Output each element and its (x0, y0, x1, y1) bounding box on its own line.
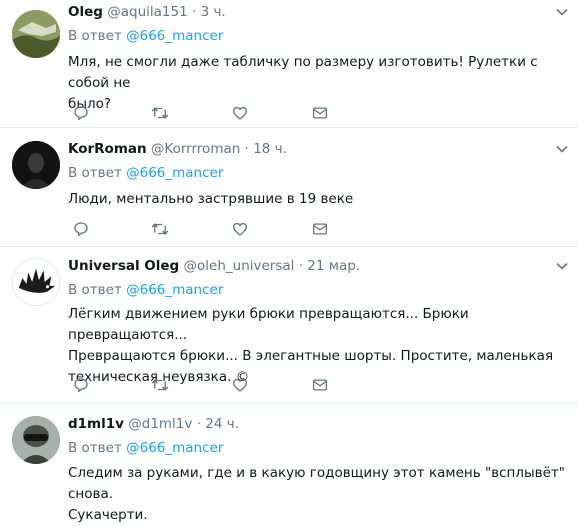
avatar[interactable] (12, 416, 60, 464)
reply-icon (74, 378, 88, 393)
display-name[interactable]: Oleg (68, 4, 103, 20)
mention-link[interactable]: @666_mancer (126, 28, 223, 44)
tweet-time[interactable]: 21 мар. (307, 258, 360, 274)
like-icon (232, 222, 248, 236)
avatar-image (12, 416, 60, 464)
reply-button[interactable] (72, 376, 92, 396)
retweet-button[interactable] (151, 104, 171, 124)
reply-icon (74, 106, 88, 121)
reply-prefix: В ответ (68, 282, 122, 298)
mention-link[interactable]: @666_mancer (126, 282, 223, 298)
reply-context: В ответ @666_mancer (68, 28, 223, 44)
tweet-text-line: Сукачерти. (68, 507, 148, 523)
chevron-down-icon[interactable] (556, 262, 568, 270)
user-handle[interactable]: @d1ml1v (128, 416, 192, 432)
separator-dot: · (244, 141, 249, 157)
tweet-time[interactable]: 3 ч. (201, 4, 226, 20)
reply-button[interactable] (72, 220, 92, 240)
direct-message-button[interactable] (311, 220, 331, 240)
tweet-text: Люди, ментально застрявшие в 19 веке (68, 189, 566, 210)
avatar-image (12, 141, 60, 189)
mention-link[interactable]: @666_mancer (126, 165, 223, 181)
like-button[interactable] (231, 104, 251, 124)
user-handle[interactable]: @aquila151 (107, 4, 187, 20)
avatar-image (12, 10, 60, 58)
direct-message-icon (312, 379, 328, 391)
tweet-header: Oleg @aquila151 · 3 ч. (68, 4, 226, 20)
retweet-icon (151, 379, 169, 391)
direct-message-button[interactable] (311, 104, 331, 124)
tweet-text-line: Следим за руками, где и в какую годовщин… (68, 465, 565, 502)
tweet-card[interactable]: d1ml1v @d1ml1v · 24 ч. В ответ @666_manc… (0, 404, 578, 523)
chevron-down-icon[interactable] (556, 8, 568, 16)
tweet-text: Следим за руками, где и в какую годовщин… (68, 463, 566, 526)
reply-context: В ответ @666_mancer (68, 165, 223, 181)
retweet-icon (151, 107, 169, 119)
like-icon (232, 106, 248, 120)
separator-dot: · (196, 416, 201, 432)
tweet-time[interactable]: 18 ч. (253, 141, 287, 157)
reply-context: В ответ @666_mancer (68, 282, 223, 298)
retweet-button[interactable] (151, 376, 171, 396)
direct-message-icon (312, 107, 328, 119)
display-name[interactable]: d1ml1v (68, 416, 124, 432)
retweet-icon (151, 223, 169, 235)
tweet-text-line: Мля, не смогли даже табличку по размеру … (68, 54, 538, 91)
tweet-card[interactable]: Oleg @aquila151 · 3 ч. В ответ @666_manc… (0, 0, 578, 128)
avatar[interactable] (12, 258, 60, 306)
display-name[interactable]: Universal Oleg (68, 258, 179, 274)
tweet-text-line: Лёгким движением руки брюки превращаются… (68, 306, 469, 343)
tweet-time[interactable]: 24 ч. (205, 416, 239, 432)
tweet-text-line: Люди, ментально застрявшие в 19 веке (68, 191, 354, 207)
tweet-feed: Oleg @aquila151 · 3 ч. В ответ @666_manc… (0, 0, 578, 523)
reply-prefix: В ответ (68, 440, 122, 456)
user-handle[interactable]: @oleh_universal (184, 258, 295, 274)
separator-dot: · (191, 4, 197, 20)
mention-link[interactable]: @666_mancer (126, 440, 223, 456)
reply-button[interactable] (72, 104, 92, 124)
reply-prefix: В ответ (68, 28, 122, 44)
tweet-header: KorRoman @Korrrroman · 18 ч. (68, 141, 287, 157)
separator-dot: · (298, 258, 303, 274)
direct-message-icon (312, 223, 328, 235)
like-button[interactable] (231, 376, 251, 396)
reply-context: В ответ @666_mancer (68, 440, 223, 456)
user-handle[interactable]: @Korrrroman (151, 141, 240, 157)
avatar[interactable] (12, 10, 60, 58)
avatar-image (13, 259, 59, 305)
tweet-card[interactable]: Universal Oleg @oleh_universal · 21 мар.… (0, 247, 578, 404)
tweet-text-line: Превращаются брюки... В элегантные шорты… (68, 348, 554, 364)
tweet-card[interactable]: KorRoman @Korrrroman · 18 ч. В ответ @66… (0, 128, 578, 247)
chevron-down-icon[interactable] (556, 145, 568, 153)
reply-prefix: В ответ (68, 165, 122, 181)
avatar[interactable] (12, 141, 60, 189)
display-name[interactable]: KorRoman (68, 141, 147, 157)
retweet-button[interactable] (151, 220, 171, 240)
like-icon (232, 378, 248, 392)
tweet-header: Universal Oleg @oleh_universal · 21 мар. (68, 258, 360, 274)
direct-message-button[interactable] (311, 376, 331, 396)
reply-icon (74, 222, 88, 237)
tweet-header: d1ml1v @d1ml1v · 24 ч. (68, 416, 239, 432)
like-button[interactable] (231, 220, 251, 240)
